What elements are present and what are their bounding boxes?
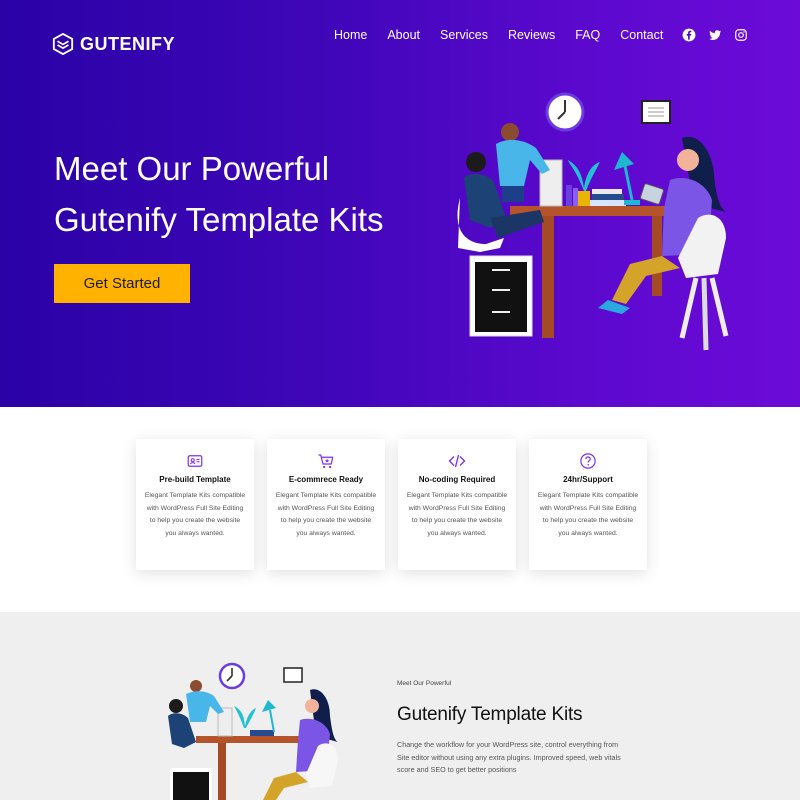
feature-desc: Elegant Template Kits compatible with Wo… (275, 492, 377, 538)
feature-desc: Elegant Template Kits compatible with Wo… (537, 492, 639, 538)
hero-headline-line2: Gutenify Template Kits (54, 201, 384, 238)
feature-card: Pre-build Template Elegant Template Kits… (136, 439, 254, 570)
hero-headline-line1: Meet Our Powerful (54, 150, 330, 187)
social-links (682, 28, 748, 42)
hero-section: GUTENIFY Home About Services Reviews FAQ… (0, 0, 800, 407)
nav-services[interactable]: Services (440, 28, 488, 42)
feature-desc: Elegant Template Kits compatible with Wo… (406, 492, 508, 538)
about-kicker: Meet Our Powerful (397, 680, 452, 687)
nav-faq[interactable]: FAQ (575, 28, 600, 42)
feature-card: 24hr/Support Elegant Template Kits compa… (529, 439, 647, 570)
nav-home[interactable]: Home (334, 28, 367, 42)
get-started-button[interactable]: Get Started (54, 264, 190, 303)
twitter-icon[interactable] (708, 28, 722, 42)
nav-about[interactable]: About (387, 28, 420, 42)
feature-title: 24hr/Support (563, 475, 613, 484)
feature-card: No-coding Required Elegant Template Kits… (398, 439, 516, 570)
feature-desc: Elegant Template Kits compatible with Wo… (144, 492, 246, 538)
about-body: Change the workflow for your WordPress s… (397, 740, 621, 775)
about-title: Gutenify Template Kits (397, 704, 583, 725)
code-icon (448, 454, 466, 468)
feature-title: Pre-build Template (159, 475, 231, 484)
cube-logo-icon (52, 33, 74, 55)
nav-contact[interactable]: Contact (620, 28, 663, 42)
about-section: Meet Our Powerful Gutenify Template Kits… (0, 612, 800, 800)
brand-name: GUTENIFY (80, 33, 176, 54)
question-circle-icon (580, 453, 596, 469)
main-nav: Home About Services Reviews FAQ Contact (334, 28, 683, 42)
hero-headline: Meet Our Powerful Gutenify Template Kits (54, 143, 454, 245)
instagram-icon[interactable] (734, 28, 748, 42)
office-team-illustration-small (168, 662, 338, 800)
id-card-icon (187, 455, 203, 467)
facebook-icon[interactable] (682, 28, 696, 42)
feature-title: No-coding Required (418, 475, 496, 484)
nav-reviews[interactable]: Reviews (508, 28, 555, 42)
feature-card: E-commrece Ready Elegant Template Kits c… (267, 439, 385, 570)
feature-title: E-commrece Ready (288, 475, 364, 484)
brand-logo[interactable]: GUTENIFY (52, 33, 175, 55)
office-team-illustration (457, 92, 729, 351)
shopping-cart-icon (318, 454, 334, 469)
